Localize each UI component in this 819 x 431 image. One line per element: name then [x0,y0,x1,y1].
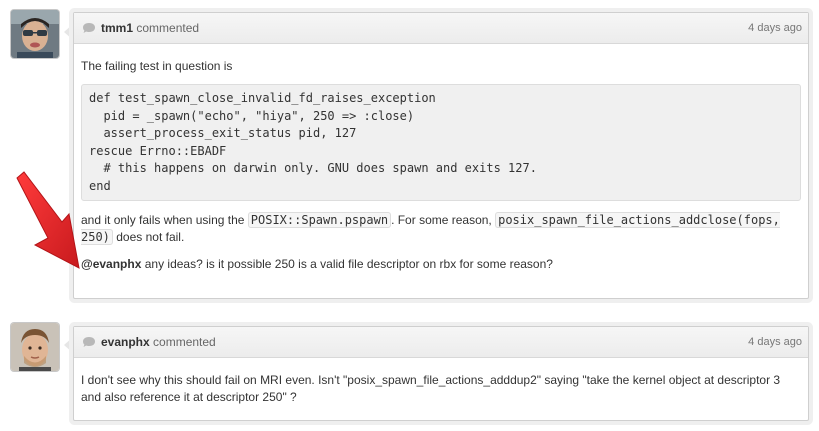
avatar-tmm1[interactable] [11,10,59,58]
comment-author[interactable]: evanphx [101,335,150,349]
comment-header: tmm1 commented 4 days ago [74,13,808,44]
comment-body: The failing test in question is def test… [74,44,808,289]
comment-action: commented [153,335,216,349]
code-line: pid = _spawn("echo", "hiya", 250 => :clo… [89,108,415,123]
paragraph-text: does not fail. [112,230,185,244]
speech-bubble-icon [82,329,96,347]
comment-timestamp[interactable]: 4 days ago [748,13,802,43]
comment-pointer [64,337,73,353]
paragraph-text: and it only fails when using the [81,213,248,227]
code-line: rescue Errno::EBADF [89,143,227,158]
comment-evanphx: evanphx commented 4 days ago I don't see… [73,326,809,421]
user-mention[interactable]: @evanphx [81,257,141,271]
paragraph-text: . For some reason, [391,213,496,227]
comment-body: I don't see why this should fail on MRI … [74,358,808,422]
comment-action: commented [136,21,200,35]
code-line: def test_spawn_close_invalid_fd_raises_e… [89,91,436,105]
speech-bubble-icon [82,15,96,33]
code-line: end [89,178,111,193]
comment-paragraph: I don't see why this should fail on MRI … [81,373,781,404]
paragraph-text: any ideas? is it possible 250 is a valid… [141,257,553,271]
inline-code: POSIX::Spawn.pspawn [247,212,392,228]
comment-timestamp[interactable]: 4 days ago [748,327,802,357]
comment-author[interactable]: tmm1 [101,21,133,35]
comment-tmm1: tmm1 commented 4 days ago The failing te… [73,12,809,299]
code-line: # this happens on darwin only. GNU does … [89,161,537,175]
comment-header: evanphx commented 4 days ago [74,327,808,358]
avatar-evanphx[interactable] [11,323,59,371]
code-block: def test_spawn_close_invalid_fd_raises_e… [81,84,801,201]
comment-pointer [64,24,73,40]
code-line: assert_process_exit_status pid, 127 [89,126,357,140]
comment-intro: The failing test in question is [81,59,233,73]
comment-paragraph: and it only fails when using the POSIX::… [81,212,801,246]
comment-paragraph: @evanphx any ideas? is it possible 250 i… [81,256,801,273]
